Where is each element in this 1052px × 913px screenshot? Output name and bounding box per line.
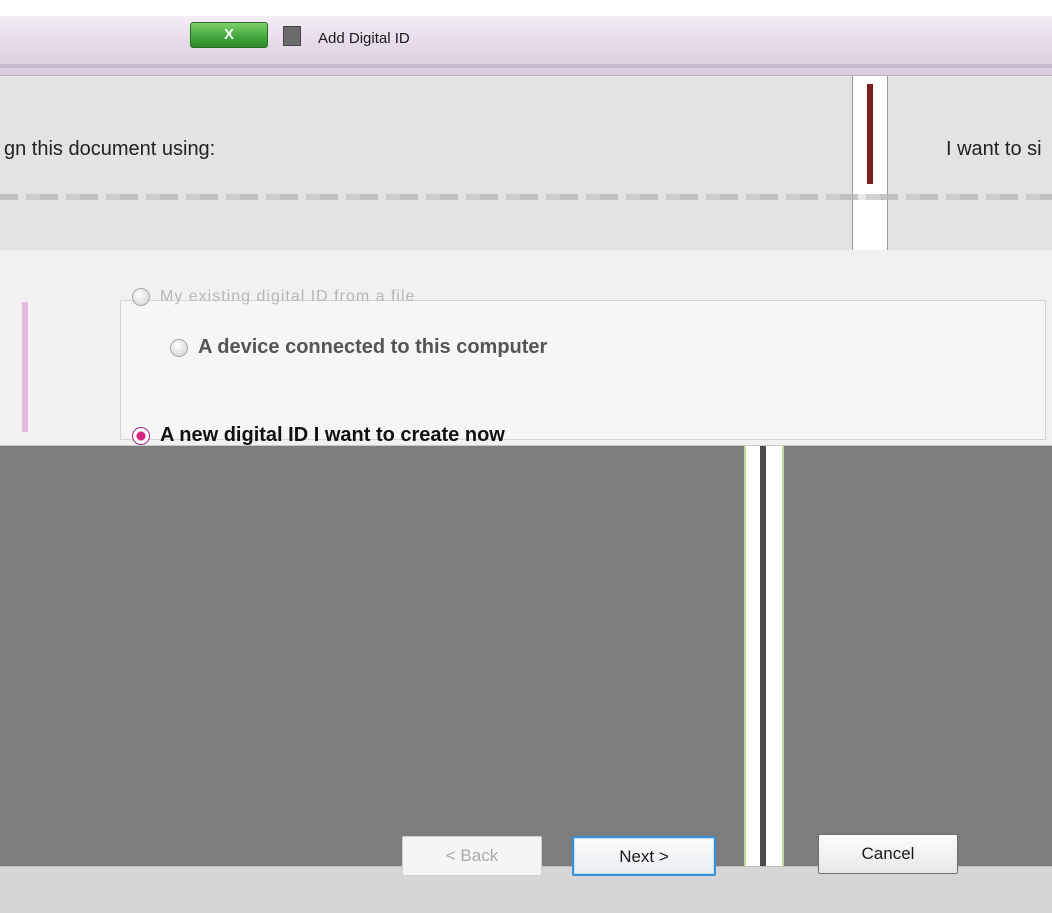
digital-id-options-panel: My existing digital ID from a file A dev… xyxy=(0,250,1052,446)
title-bar-divider xyxy=(0,64,1052,68)
splitter-grip xyxy=(867,84,873,184)
window-title: Add Digital ID xyxy=(318,30,410,47)
upper-divider xyxy=(0,194,1052,200)
option-existing-file-label: My existing digital ID from a file xyxy=(160,288,416,305)
options-group-box xyxy=(120,300,1046,440)
app-icon xyxy=(283,26,301,46)
option-new-id-label: A new digital ID I want to create now xyxy=(160,424,505,446)
option-device[interactable]: A device connected to this computer xyxy=(170,336,547,359)
sign-using-label: gn this document using: xyxy=(4,138,216,160)
top-banner xyxy=(0,0,1052,16)
back-button[interactable]: < Back xyxy=(402,836,542,876)
option-new-id[interactable]: A new digital ID I want to create now xyxy=(132,424,505,447)
want-to-sign-label: I want to si xyxy=(946,138,1042,160)
cancel-button[interactable]: Cancel xyxy=(818,834,958,874)
radio-new-id[interactable] xyxy=(132,426,150,445)
next-button[interactable]: Next > xyxy=(572,836,716,876)
radio-existing-file[interactable] xyxy=(132,288,150,306)
close-button[interactable]: X xyxy=(190,22,268,48)
title-bar: X Add Digital ID xyxy=(0,16,1052,76)
lower-splitter[interactable] xyxy=(744,446,784,913)
radio-device[interactable] xyxy=(170,338,188,357)
option-existing-file[interactable]: My existing digital ID from a file xyxy=(132,288,415,306)
left-accent-rule xyxy=(22,302,28,432)
lower-splitter-bar xyxy=(760,446,766,913)
option-device-label: A device connected to this computer xyxy=(198,336,548,358)
upper-panel: gn this document using: I want to si xyxy=(0,76,1052,250)
splitter-handle[interactable] xyxy=(852,76,888,250)
